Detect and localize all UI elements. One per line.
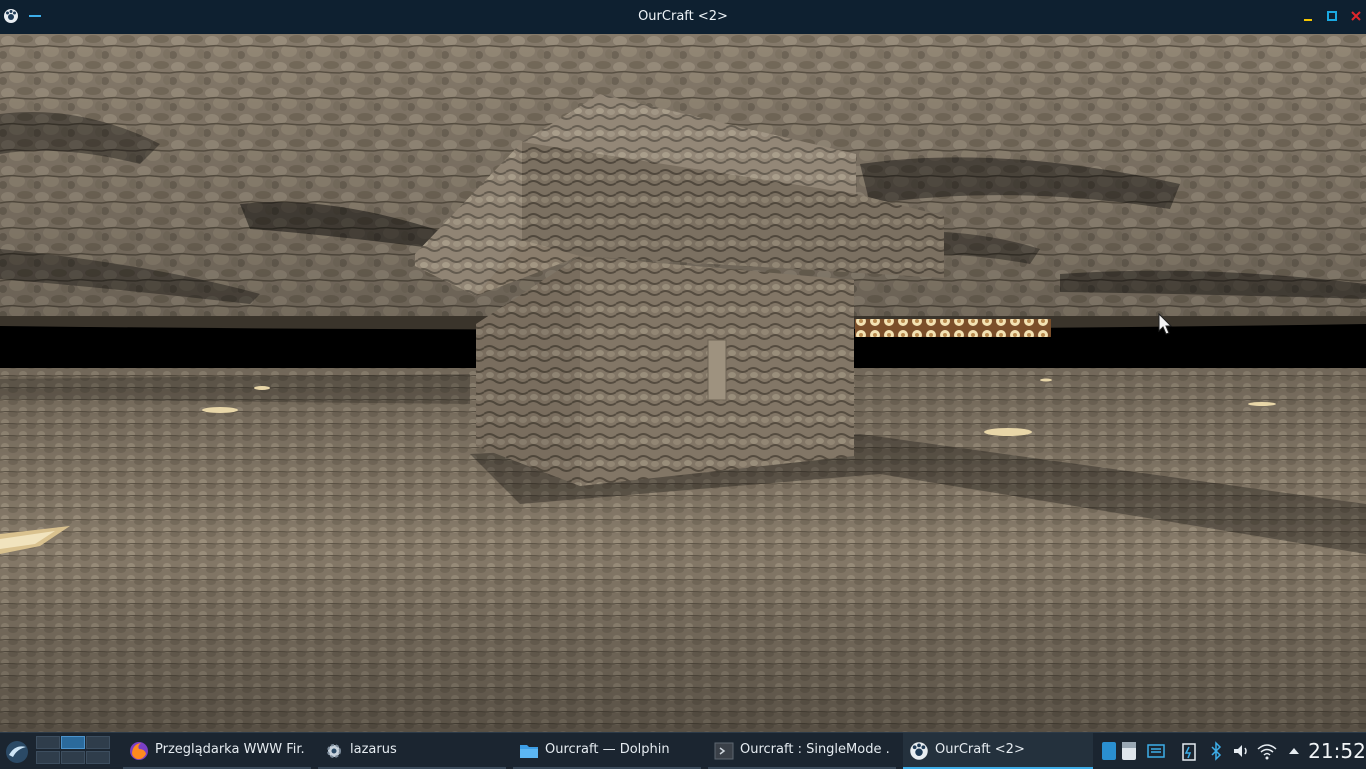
bluetooth-icon[interactable] — [1208, 741, 1224, 761]
minimize-icon[interactable] — [1301, 9, 1315, 23]
volume-icon[interactable] — [1232, 741, 1250, 761]
close-icon[interactable] — [1349, 9, 1363, 23]
window-titlebar[interactable]: OurCraft <2> — [0, 0, 1366, 35]
storage-icon[interactable] — [1101, 741, 1117, 761]
task-lazarus[interactable]: lazarus — [318, 733, 506, 769]
application-launcher-icon[interactable] — [4, 739, 30, 765]
desktop-3[interactable] — [86, 736, 110, 749]
cobblestone-world-view — [0, 34, 1366, 732]
game-viewport[interactable] — [0, 34, 1366, 732]
storage-icon[interactable] — [1121, 741, 1137, 761]
task-terminal[interactable]: Ourcraft : SingleMode ... — [708, 733, 896, 769]
task-label: Ourcraft — Dolphin — [545, 742, 670, 757]
task-label: OurCraft <2> — [935, 742, 1025, 757]
maximize-icon[interactable] — [1325, 9, 1339, 23]
task-label: lazarus — [350, 742, 397, 757]
taskbar: Przeglądarka WWW Fir... lazarus Ourcraft… — [0, 732, 1366, 769]
desktop-6[interactable] — [86, 751, 110, 764]
terminal-icon — [714, 742, 734, 760]
wifi-icon[interactable] — [1256, 741, 1278, 761]
firefox-icon — [130, 742, 148, 760]
folder-icon — [520, 745, 538, 758]
desktop-2[interactable] — [61, 736, 85, 749]
desktop-1[interactable] — [36, 736, 60, 749]
task-dolphin[interactable]: Ourcraft — Dolphin — [513, 733, 701, 769]
keyboard-layout-icon[interactable] — [1146, 741, 1166, 761]
task-label: Ourcraft : SingleMode ... — [740, 742, 890, 757]
ourcraft-app-icon — [910, 742, 928, 760]
task-ourcraft[interactable]: OurCraft <2> — [903, 733, 1093, 769]
desktop-4[interactable] — [36, 751, 60, 764]
virtual-desktop-pager[interactable] — [36, 736, 112, 766]
expand-tray-icon[interactable] — [1286, 741, 1302, 761]
desktop-5[interactable] — [61, 751, 85, 764]
clock[interactable]: 21:52 — [1308, 733, 1366, 769]
task-label: Przeglądarka WWW Fir... — [155, 742, 305, 757]
battery-icon[interactable] — [1180, 741, 1198, 761]
lazarus-gear-icon — [327, 744, 341, 758]
window-title: OurCraft <2> — [638, 9, 728, 24]
task-firefox[interactable]: Przeglądarka WWW Fir... — [123, 733, 311, 769]
